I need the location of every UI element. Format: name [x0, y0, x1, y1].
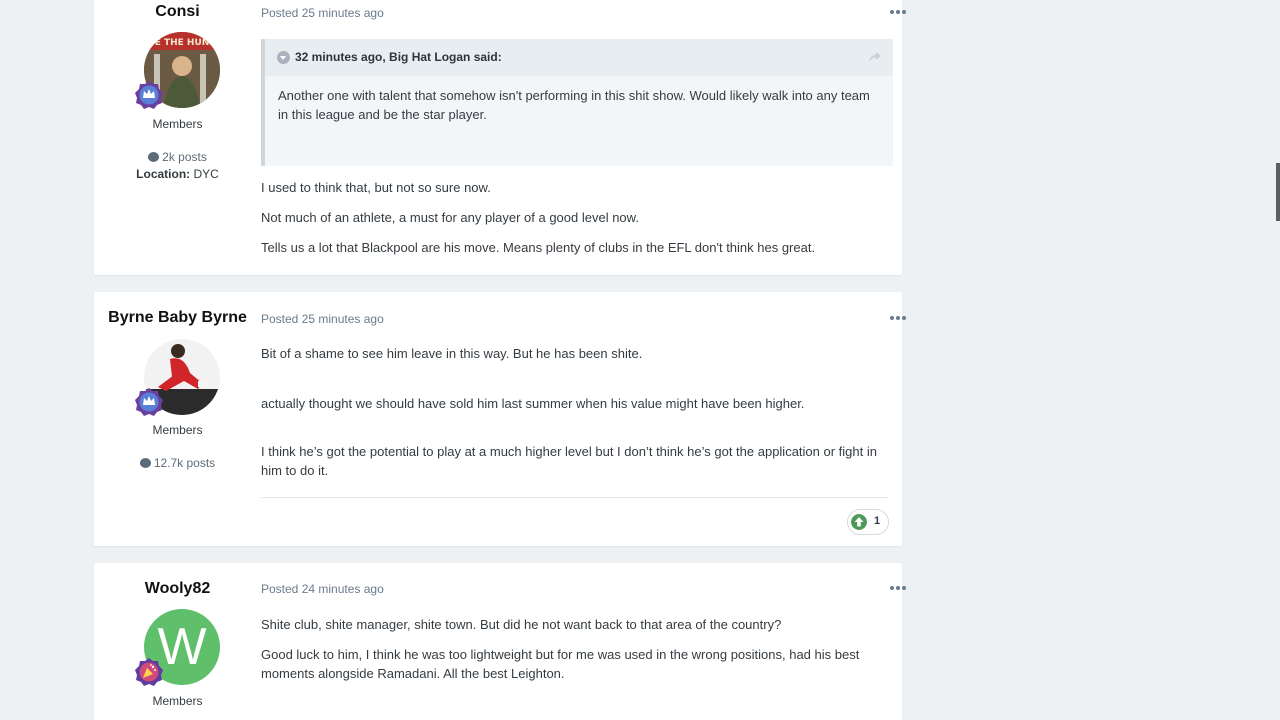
avatar-container[interactable]: W	[135, 609, 220, 686]
author-name: Byrne Baby Byrne	[108, 309, 247, 326]
upvote-icon	[851, 514, 867, 530]
comment-icon	[148, 152, 160, 162]
svg-text:E THE HUN: E THE HUN	[155, 38, 210, 48]
post-timestamp[interactable]: Posted 25 minutes ago	[261, 6, 384, 20]
ellipsis-icon[interactable]	[890, 585, 906, 591]
post-timestamp[interactable]: Posted 24 minutes ago	[261, 582, 384, 596]
avatar-container[interactable]	[135, 339, 220, 416]
post-count-text: 2k posts	[162, 150, 207, 164]
quote-text: Another one with talent that somehow isn…	[278, 88, 870, 122]
reaction-count: 1	[874, 515, 881, 527]
member-group: Members	[152, 117, 203, 131]
post-content: Posted 24 minutes ago Shite club, shite …	[261, 563, 906, 720]
crown-badge-icon	[135, 388, 163, 416]
author-name-link[interactable]: Wooly82	[94, 580, 261, 598]
post-content: Posted 25 minutes ago Bit of a shame to …	[261, 292, 906, 546]
post-paragraph: Shite club, shite manager, shite town. B…	[261, 617, 782, 632]
post-paragraph: Tells us a lot that Blackpool are his mo…	[261, 240, 816, 255]
author-name-link[interactable]: Byrne Baby Byrne	[94, 309, 261, 327]
ellipsis-icon[interactable]	[890, 9, 906, 15]
topic-page: Consi E THE HUN Members 2k posts Locatio…	[0, 0, 1280, 720]
location-label: Location:	[136, 167, 191, 181]
post-footer-divider	[261, 497, 889, 498]
party-badge-icon	[135, 658, 163, 686]
post-paragraph: actually thought we should have sold him…	[261, 396, 805, 411]
location-value: DYC	[193, 167, 219, 181]
quote-block: 32 minutes ago, Big Hat Logan said: Anot…	[261, 39, 893, 166]
post-wooly82: Wooly82 W Members Posted 24 minutes ago	[94, 563, 906, 720]
location: Location: DYC	[94, 167, 261, 181]
author-name: Consi	[155, 3, 200, 20]
member-group: Members	[152, 694, 203, 708]
crown-badge-icon	[135, 81, 163, 109]
author-name: Wooly82	[144, 580, 211, 597]
chevron-down-icon[interactable]	[277, 51, 290, 64]
member-group: Members	[152, 423, 203, 437]
post-timestamp[interactable]: Posted 25 minutes ago	[261, 312, 384, 326]
share-icon[interactable]	[869, 52, 881, 62]
post-paragraph: Good luck to him, I think he was too lig…	[261, 647, 860, 681]
quote-citation: 32 minutes ago, Big Hat Logan said:	[295, 50, 502, 64]
post-byrne-baby-byrne: Byrne Baby Byrne Members 12.7k posts Pos…	[94, 292, 906, 546]
ellipsis-icon[interactable]	[890, 315, 906, 321]
post-count-text: 12.7k posts	[153, 456, 216, 470]
post-paragraph: I think he’s got the potential to play a…	[261, 444, 877, 478]
reaction-button[interactable]: 1	[847, 509, 889, 535]
avatar-container[interactable]: E THE HUN	[135, 32, 220, 109]
scrollbar-thumb[interactable]	[1276, 163, 1280, 221]
post-count[interactable]: 2k posts	[94, 150, 261, 164]
post-paragraph: I used to think that, but not so sure no…	[261, 180, 491, 195]
post-count[interactable]: 12.7k posts	[94, 456, 261, 470]
comment-icon	[139, 458, 151, 468]
post-paragraph: Bit of a shame to see him leave in this …	[261, 346, 643, 361]
avatar-letter: W	[157, 618, 207, 676]
author-name-link[interactable]: Consi	[94, 3, 261, 21]
post-paragraph: Not much of an athlete, a must for any p…	[261, 210, 639, 225]
post-consi: Consi E THE HUN Members 2k posts Locatio…	[94, 0, 906, 275]
post-content: Posted 25 minutes ago 32 minutes ago, Bi…	[261, 0, 906, 275]
quote-header[interactable]: 32 minutes ago, Big Hat Logan said:	[265, 39, 893, 76]
